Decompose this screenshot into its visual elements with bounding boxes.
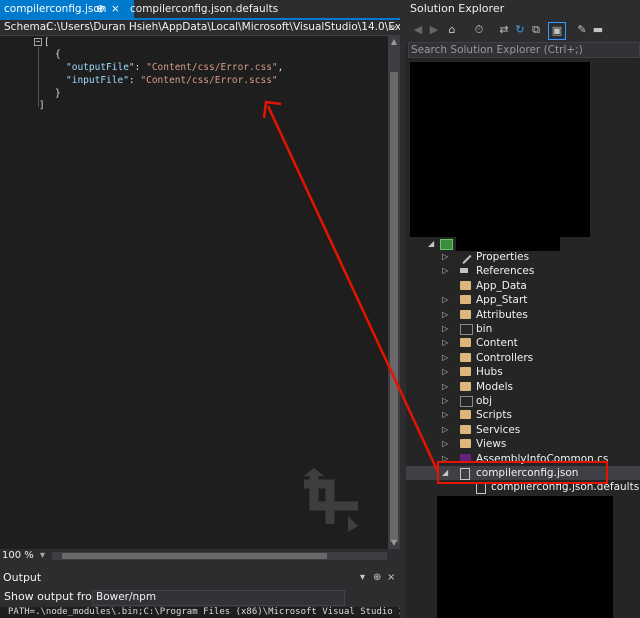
- annotation-arrow: [262, 100, 440, 473]
